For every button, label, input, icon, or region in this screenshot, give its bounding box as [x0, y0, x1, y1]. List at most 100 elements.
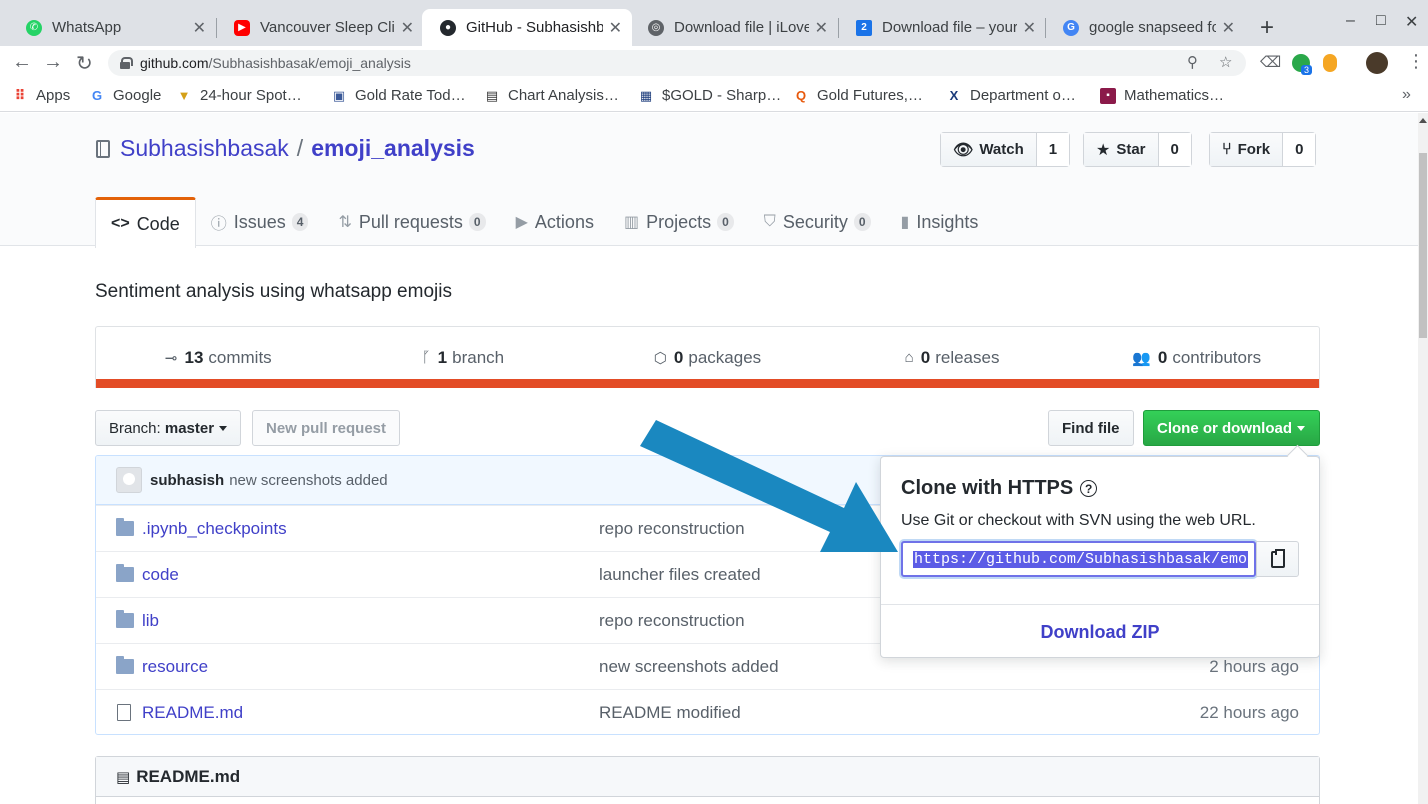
commit-author[interactable]: subhasish — [150, 472, 224, 489]
help-icon[interactable]: ? — [1080, 480, 1098, 497]
bookmark-gold-sharp[interactable]: ▦ $GOLD - Sharp… — [638, 87, 781, 104]
clone-popup: Clone with HTTPS ? Use Git or checkout w… — [880, 456, 1320, 658]
fork-count[interactable]: 0 — [1283, 133, 1316, 166]
bookmark-mathematics[interactable]: ▪ Mathematics… — [1100, 87, 1224, 104]
copy-url-button[interactable] — [1256, 541, 1299, 577]
bookmark-label: Apps — [36, 87, 71, 104]
star-button[interactable]: ★ Star — [1084, 133, 1159, 166]
new-pull-request-button[interactable]: New pull request — [252, 410, 401, 446]
browser-tab-github[interactable]: ● GitHub - Subhasishba ✕ — [422, 9, 632, 46]
new-tab-button[interactable]: + — [1260, 14, 1274, 42]
file-commit-message[interactable]: launcher files created — [599, 565, 761, 585]
profile-avatar[interactable] — [1366, 52, 1388, 74]
watch-button[interactable]: 👁 Watch — [941, 133, 1037, 166]
graph-icon: ▮ — [900, 214, 910, 231]
reload-icon[interactable]: ↻ — [76, 51, 93, 76]
eye-icon: 👁 — [953, 141, 974, 159]
tab-security[interactable]: ⛉ Security 0 — [749, 197, 886, 247]
watch-label: Watch — [979, 141, 1024, 158]
close-tab-icon[interactable]: ✕ — [1222, 18, 1235, 38]
bookmark-gold-rate[interactable]: ▣ Gold Rate Tod… — [331, 87, 466, 104]
bookmark-star-icon[interactable]: ☆ — [1219, 53, 1232, 71]
scrollbar-thumb[interactable] — [1419, 153, 1427, 338]
tab-projects[interactable]: ▥ Projects 0 — [609, 197, 749, 247]
repo-owner-link[interactable]: Subhasishbasak — [120, 135, 289, 162]
language-bar[interactable] — [95, 379, 1320, 388]
file-name-link[interactable]: .ipynb_checkpoints — [142, 519, 287, 539]
tab-label: Projects — [646, 211, 712, 232]
chevron-down-icon — [219, 425, 228, 431]
minimize-button[interactable]: – — [1346, 12, 1355, 30]
file-age: 2 hours ago — [1209, 656, 1299, 676]
browser-tab-whatsapp[interactable]: ✆ WhatsApp ✕ — [8, 9, 216, 46]
summary-label: releases — [935, 347, 1000, 367]
star-count[interactable]: 0 — [1158, 133, 1191, 166]
commit-message[interactable]: new screenshots added — [229, 472, 387, 489]
summary-label: packages — [688, 347, 762, 367]
file-commit-message[interactable]: README modified — [599, 703, 741, 723]
bookmark-label: Gold Futures,… — [817, 87, 923, 104]
extension-orange-icon[interactable] — [1323, 54, 1337, 72]
file-age: 22 hours ago — [1199, 702, 1299, 722]
page-scrollbar[interactable] — [1418, 113, 1428, 804]
file-commit-message[interactable]: repo reconstruction — [599, 611, 745, 631]
file-commit-message[interactable]: repo reconstruction — [599, 519, 745, 539]
find-file-button[interactable]: Find file — [1048, 410, 1134, 446]
close-tab-icon[interactable]: ✕ — [815, 18, 828, 38]
tab-code[interactable]: <> Code — [95, 197, 196, 248]
tab-actions[interactable]: ▶ Actions — [501, 197, 609, 247]
bookmarks-bar: ⠿ Apps G Google ▼ 24-hour Spot… ▣ Gold R… — [0, 80, 1428, 112]
tab-issues[interactable]: ⓘ Issues 4 — [196, 197, 324, 247]
file-commit-message[interactable]: new screenshots added — [599, 657, 779, 677]
address-bar[interactable]: github.com/Subhasishbasak/emoji_analysis — [108, 50, 1246, 76]
file-name-link[interactable]: resource — [142, 657, 208, 677]
x-icon: X — [949, 88, 959, 103]
browser-tab-ilove[interactable]: ◎ Download file | iLove ✕ — [630, 9, 838, 46]
fork-button[interactable]: ⑂ Fork — [1210, 133, 1284, 166]
forward-arrow-icon[interactable]: → — [43, 51, 63, 74]
summary-label: commits — [208, 347, 272, 367]
clone-url-input[interactable]: https://github.com/Subhasishbasak/emo — [901, 541, 1256, 577]
branch-select-button[interactable]: Branch: master — [95, 410, 242, 446]
scroll-up-icon[interactable] — [1419, 118, 1427, 123]
tab-insights[interactable]: ▮ Insights — [886, 197, 994, 247]
bookmark-google[interactable]: G Google — [89, 87, 161, 104]
close-tab-icon[interactable]: ✕ — [609, 18, 622, 38]
clone-title-text: Clone with HTTPS — [901, 477, 1074, 499]
bookmarks-more-button[interactable]: » — [1402, 86, 1411, 104]
menu-kebab-icon[interactable]: ⋮ — [1407, 51, 1425, 72]
extension-eraser-icon[interactable]: ⌫ — [1260, 53, 1281, 71]
browser-tab-download[interactable]: 2 Download file – your ✕ — [838, 9, 1046, 46]
bookmark-label: $GOLD - Sharp… — [662, 87, 782, 104]
readme-box: ▤ README.md — [95, 756, 1320, 804]
bookmark-spot[interactable]: ▼ 24-hour Spot… — [176, 87, 302, 104]
bookmark-department[interactable]: X Department o… — [946, 87, 1076, 104]
avatar[interactable] — [116, 467, 142, 493]
maximize-button[interactable]: □ — [1376, 12, 1386, 30]
close-tab-icon[interactable]: ✕ — [401, 18, 414, 38]
close-tab-icon[interactable]: ✕ — [1023, 18, 1036, 38]
file-name-link[interactable]: README.md — [142, 703, 243, 723]
close-window-button[interactable]: ✕ — [1405, 12, 1418, 32]
extension-badge: 3 — [1301, 65, 1313, 75]
tab-pull-requests[interactable]: ⇅ Pull requests 0 — [323, 197, 500, 247]
tab-label: Code — [136, 213, 180, 234]
watch-count[interactable]: 1 — [1036, 133, 1070, 166]
clone-description: Use Git or checkout with SVN using the w… — [901, 512, 1256, 529]
download-zip-link[interactable]: Download ZIP — [881, 622, 1319, 643]
chart-icon: ▤ — [485, 87, 499, 103]
file-name-link[interactable]: code — [142, 565, 179, 585]
repo-name-link[interactable]: emoji_analysis — [311, 135, 475, 162]
tab-label: Security — [782, 211, 848, 232]
browser-tab-snapseed[interactable]: G google snapseed for ✕ — [1045, 9, 1245, 46]
close-tab-icon[interactable]: ✕ — [193, 18, 206, 38]
file-name-link[interactable]: lib — [142, 611, 159, 631]
bookmark-chart-analysis[interactable]: ▤ Chart Analysis… — [484, 87, 619, 104]
browser-tab-vancouver[interactable]: ▶ Vancouver Sleep Clin ✕ — [216, 9, 424, 46]
bookmark-gold-futures[interactable]: Q Gold Futures,… — [793, 87, 923, 104]
bookmark-apps[interactable]: ⠿ Apps — [12, 87, 71, 104]
back-arrow-icon[interactable]: ← — [12, 51, 32, 74]
zoom-icon[interactable]: ⚲ — [1187, 53, 1198, 71]
bookmark-label: Google — [113, 87, 162, 104]
clone-or-download-button[interactable]: Clone or download — [1143, 410, 1320, 446]
